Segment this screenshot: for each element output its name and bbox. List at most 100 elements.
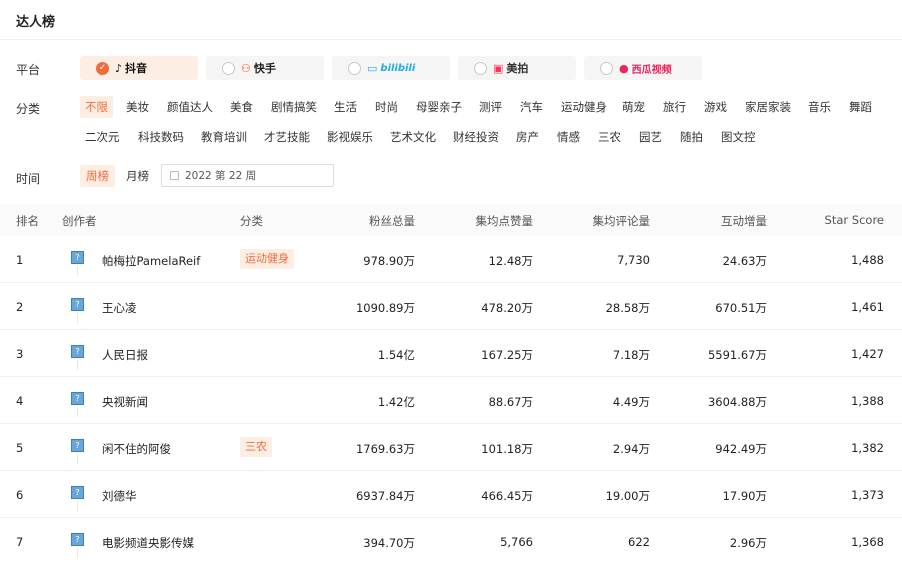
row-connector bbox=[77, 313, 78, 323]
table-row[interactable]: 1? 帕梅拉PamelaReif 运动健身 978.90万 12.48万 7,730 24.… bbox=[0, 236, 902, 283]
rank-cell: 2 bbox=[16, 300, 24, 314]
category-option[interactable]: 时尚 bbox=[370, 96, 403, 118]
creator-name[interactable]: 电影频道央影传媒 bbox=[102, 535, 194, 551]
avatar[interactable]: ? bbox=[71, 486, 84, 499]
category-label: 分类 bbox=[16, 102, 41, 116]
interact-cell: 942.49万 bbox=[715, 442, 767, 456]
platform-tab-bilibili[interactable]: ▭ bilibili bbox=[332, 56, 450, 80]
category-tag: 三农 bbox=[240, 437, 272, 457]
platform-tab-xigua[interactable]: ● 西瓜视频 bbox=[584, 56, 702, 80]
creator-name[interactable]: 帕梅拉PamelaReif bbox=[102, 253, 200, 269]
table-row[interactable]: 2? 王心凌 1090.89万 478.20万 28.58万 670.51万 1,461 bbox=[0, 283, 902, 330]
kuaishou-icon: ⚇ bbox=[241, 61, 251, 75]
category-option[interactable]: 艺术文化 bbox=[385, 126, 441, 148]
category-option[interactable]: 美妆 bbox=[121, 96, 154, 118]
star-score-cell: 1,388 bbox=[851, 394, 884, 408]
week-date-picker[interactable]: 2022 第 22 周 bbox=[161, 164, 334, 187]
col-creator[interactable]: 创作者 bbox=[62, 213, 97, 229]
comments-cell: 7.18万 bbox=[612, 348, 650, 362]
creator-name[interactable]: 人民日报 bbox=[102, 347, 148, 363]
category-option[interactable]: 旅行 bbox=[658, 96, 691, 118]
fans-cell: 1.42亿 bbox=[377, 395, 415, 409]
likes-cell: 478.20万 bbox=[481, 301, 533, 315]
category-option[interactable]: 美食 bbox=[225, 96, 258, 118]
fans-cell: 394.70万 bbox=[363, 536, 415, 550]
category-option[interactable]: 母婴亲子 bbox=[411, 96, 467, 118]
category-option[interactable]: 音乐 bbox=[803, 96, 836, 118]
tiktok-icon: ♪ bbox=[115, 61, 123, 75]
category-option[interactable]: 汽车 bbox=[515, 96, 548, 118]
category-option[interactable]: 萌宠 bbox=[617, 96, 650, 118]
comments-cell: 622 bbox=[628, 535, 650, 549]
avatar[interactable]: ? bbox=[71, 533, 84, 546]
col-star-score[interactable]: Star Score bbox=[825, 213, 884, 227]
platform-label-bilibili: bilibili bbox=[380, 62, 416, 74]
time-label: 时间 bbox=[16, 172, 41, 186]
category-option[interactable]: 图文控 bbox=[716, 126, 761, 148]
col-rank[interactable]: 排名 bbox=[16, 213, 39, 229]
fans-cell: 6937.84万 bbox=[355, 489, 415, 503]
calendar-icon bbox=[170, 171, 179, 180]
col-likes[interactable]: 集均点赞量 bbox=[476, 213, 534, 229]
avatar[interactable]: ? bbox=[71, 392, 84, 405]
category-option[interactable]: 园艺 bbox=[634, 126, 667, 148]
category-option[interactable]: 测评 bbox=[474, 96, 507, 118]
radio-icon bbox=[600, 61, 613, 75]
category-option[interactable]: 剧情搞笑 bbox=[266, 96, 322, 118]
creator-name[interactable]: 央视新闻 bbox=[102, 394, 148, 410]
category-option[interactable]: 房产 bbox=[511, 126, 544, 148]
table-row[interactable]: 6? 刘德华 6937.84万 466.45万 19.00万 17.90万 1,373 bbox=[0, 471, 902, 518]
table-row[interactable]: 5? 闲不住的阿俊 三农 1769.63万 101.18万 2.94万 942.49万 1,3… bbox=[0, 424, 902, 471]
avatar[interactable]: ? bbox=[71, 439, 84, 452]
col-fans[interactable]: 粉丝总量 bbox=[369, 213, 415, 229]
likes-cell: 466.45万 bbox=[481, 489, 533, 503]
time-option-weekly[interactable]: 周榜 bbox=[80, 165, 115, 187]
category-option[interactable]: 科技数码 bbox=[133, 126, 189, 148]
fans-cell: 1.54亿 bbox=[377, 348, 415, 362]
star-score-cell: 1,382 bbox=[851, 441, 884, 455]
category-option[interactable]: 教育培训 bbox=[196, 126, 252, 148]
category-option[interactable]: 颜值达人 bbox=[162, 96, 218, 118]
creator-name[interactable]: 刘德华 bbox=[102, 488, 137, 504]
likes-cell: 12.48万 bbox=[488, 254, 533, 268]
platform-tab-douyin[interactable]: ✓ ♪ 抖音 bbox=[80, 56, 198, 80]
col-comments[interactable]: 集均评论量 bbox=[593, 213, 651, 229]
category-option[interactable]: 三农 bbox=[593, 126, 626, 148]
avatar[interactable]: ? bbox=[71, 298, 84, 311]
category-option[interactable]: 情感 bbox=[552, 126, 585, 148]
platform-label: 平台 bbox=[16, 63, 41, 77]
platform-label-xigua: 西瓜视频 bbox=[631, 64, 672, 76]
table-row[interactable]: 4? 央视新闻 1.42亿 88.67万 4.49万 3604.88万 1,388 bbox=[0, 377, 902, 424]
category-option[interactable]: 生活 bbox=[329, 96, 362, 118]
likes-cell: 101.18万 bbox=[481, 442, 533, 456]
time-option-monthly[interactable]: 月榜 bbox=[120, 165, 155, 187]
platform-label-meipai: 美拍 bbox=[506, 62, 529, 75]
creator-name[interactable]: 闲不住的阿俊 bbox=[102, 441, 171, 457]
category-option[interactable]: 二次元 bbox=[80, 126, 125, 148]
table-row[interactable]: 3? 人民日报 1.54亿 167.25万 7.18万 5591.67万 1,427 bbox=[0, 330, 902, 377]
category-option[interactable]: 财经投资 bbox=[448, 126, 504, 148]
category-option[interactable]: 运动健身 bbox=[556, 96, 612, 118]
avatar[interactable]: ? bbox=[71, 251, 84, 264]
category-option[interactable]: 才艺技能 bbox=[259, 126, 315, 148]
category-option[interactable]: 舞蹈 bbox=[844, 96, 877, 118]
table-row[interactable]: 7? 电影频道央影传媒 394.70万 5,766 622 2.96万 1,368 bbox=[0, 518, 902, 562]
category-option[interactable]: 随拍 bbox=[675, 126, 708, 148]
category-option[interactable]: 影视娱乐 bbox=[322, 126, 378, 148]
category-option[interactable]: 不限 bbox=[80, 96, 113, 118]
category-option[interactable]: 游戏 bbox=[699, 96, 732, 118]
row-connector bbox=[77, 501, 78, 511]
avatar[interactable]: ? bbox=[71, 345, 84, 358]
row-connector bbox=[77, 548, 78, 558]
col-category[interactable]: 分类 bbox=[240, 213, 263, 229]
creator-name[interactable]: 王心凌 bbox=[102, 300, 137, 316]
star-score-cell: 1,461 bbox=[851, 300, 884, 314]
platform-tab-meipai[interactable]: ▣ 美拍 bbox=[458, 56, 576, 80]
row-connector bbox=[77, 407, 78, 417]
col-interact[interactable]: 互动增量 bbox=[721, 213, 767, 229]
platform-tab-kuaishou[interactable]: ⚇ 快手 bbox=[206, 56, 324, 80]
row-connector bbox=[77, 266, 78, 276]
platform-label-douyin: 抖音 bbox=[125, 62, 148, 75]
rank-cell: 5 bbox=[16, 441, 24, 455]
category-option[interactable]: 家居家装 bbox=[740, 96, 796, 118]
